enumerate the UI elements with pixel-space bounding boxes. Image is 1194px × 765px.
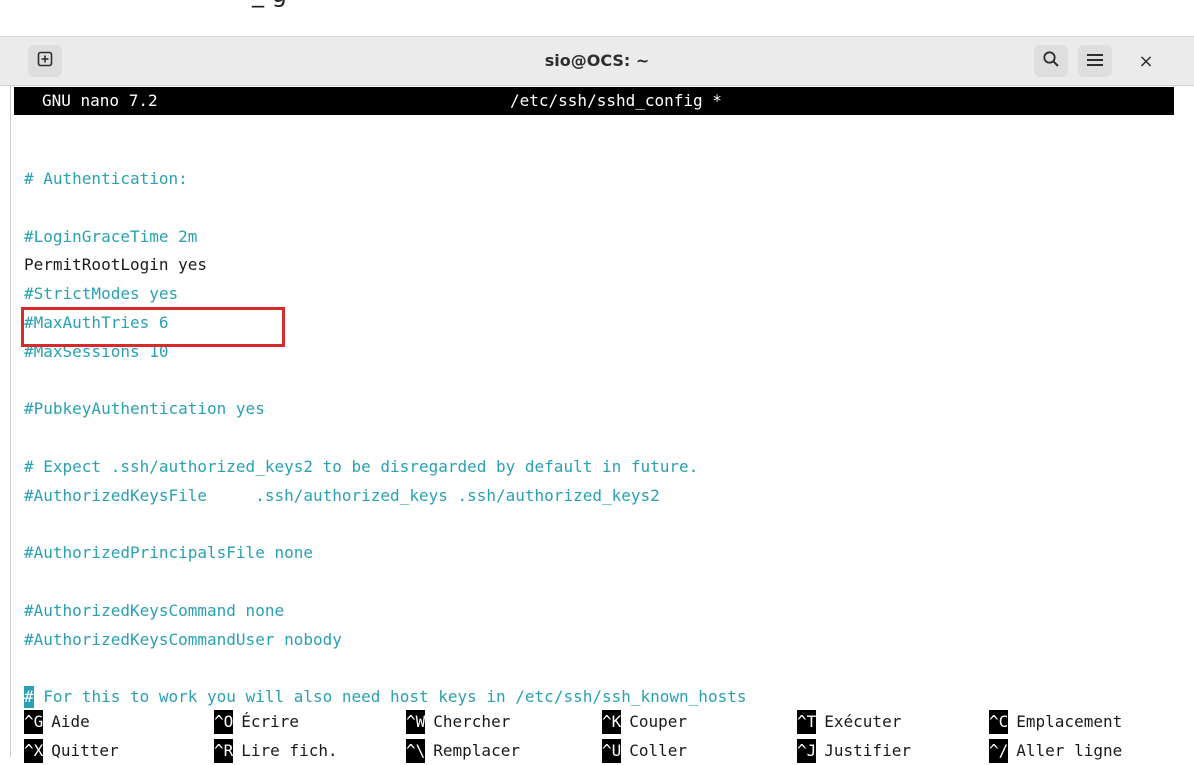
editor-line: #PubkeyAuthentication yes: [24, 395, 265, 423]
editor-line-text: # Expect .ssh/authorized_keys2 to be dis…: [24, 457, 699, 476]
nano-version: GNU nano 7.2: [42, 91, 158, 110]
title-bar: sio@OCS: ~ ×: [0, 37, 1194, 86]
shortcut-label: Remplacer: [433, 741, 520, 760]
editor-line: #AuthorizedPrincipalsFile none: [24, 539, 313, 567]
shortcut-key: ^/: [989, 739, 1009, 763]
shortcut-key: ^\: [406, 739, 426, 763]
editor-line: # Authentication:: [24, 165, 188, 193]
shortcut-label: Quitter: [51, 741, 119, 760]
shortcut-item: ^J Justifier: [797, 737, 911, 765]
editor-line: #AuthorizedKeysCommand none: [24, 597, 284, 625]
highlight-annotation-box: [21, 307, 285, 347]
shortcut-label: Exécuter: [824, 712, 902, 731]
editor-line-text: #StrictModes yes: [24, 284, 179, 304]
shortcut-key: ^R: [214, 739, 234, 763]
shortcut-key: ^J: [797, 739, 817, 763]
shortcut-label: Lire fich.: [241, 741, 338, 760]
terminal-window: sio@OCS: ~ × GNU nano 7.2 /etc/ssh/sshd_…: [0, 36, 1194, 763]
shortcut-key: ^K: [602, 710, 622, 734]
shortcut-key: ^C: [989, 710, 1009, 734]
editor-line: #AuthorizedKeysCommandUser nobody: [24, 626, 342, 654]
editor-line-text: #AuthorizedKeysFile .ssh/authorized_keys…: [24, 485, 660, 505]
nano-filename: /etc/ssh/sshd_config *: [510, 91, 722, 110]
editor-line-text: #AuthorizedPrincipalsFile none: [24, 543, 313, 563]
close-button[interactable]: ×: [1130, 45, 1162, 77]
window-title: sio@OCS: ~: [544, 51, 650, 70]
shortcut-item: ^K Couper: [602, 708, 687, 736]
shortcut-item: ^R Lire fich.: [214, 737, 338, 765]
shortcut-item: ^T Exécuter: [797, 708, 901, 736]
editor-line: PermitRootLogin yes: [24, 251, 207, 279]
editor-line: # Expect .ssh/authorized_keys2 to be dis…: [24, 453, 698, 481]
shortcut-label: Aide: [51, 712, 90, 731]
editor-line-text: PermitRootLogin yes: [24, 255, 208, 275]
editor-line-text: For this to work you will also need host…: [33, 687, 747, 707]
editor-line-text: #AuthorizedKeysCommandUser nobody: [24, 629, 342, 649]
text-cursor: #: [24, 686, 34, 709]
editor-line: #LoginGraceTime 2m: [24, 223, 197, 251]
shortcut-label: Chercher: [433, 712, 511, 731]
shortcut-item: ^C Emplacement: [989, 708, 1122, 736]
shortcut-key: ^U: [602, 739, 622, 763]
background-window-text: _ g: [252, 0, 287, 8]
shortcut-item: ^U Coller: [602, 737, 687, 765]
shortcut-key: ^X: [24, 739, 44, 763]
shortcut-label: Coller: [629, 741, 688, 760]
hamburger-menu-icon: [1087, 52, 1103, 71]
shortcut-key: ^O: [214, 710, 234, 734]
editor-line-text: #AuthorizedKeysCommand none: [24, 601, 285, 620]
nano-header-bar: GNU nano 7.2 /etc/ssh/sshd_config *: [14, 87, 1174, 115]
editor-line: #StrictModes yes: [24, 280, 178, 308]
shortcut-key: ^G: [24, 710, 44, 734]
shortcut-label: Justifier: [824, 741, 911, 760]
shortcut-key: ^W: [406, 710, 426, 734]
shortcut-item: ^X Quitter: [24, 737, 119, 765]
plus-square-icon: [37, 51, 53, 71]
search-icon: [1042, 50, 1060, 72]
search-button[interactable]: [1034, 45, 1068, 77]
shortcut-label: Emplacement: [1016, 712, 1123, 731]
shortcut-item: ^/ Aller ligne: [989, 737, 1122, 765]
terminal-area[interactable]: GNU nano 7.2 /etc/ssh/sshd_config * # Au…: [14, 86, 1174, 763]
shortcut-item: ^O Écrire: [214, 708, 299, 736]
shortcut-label: Couper: [629, 712, 688, 731]
new-tab-button[interactable]: [28, 45, 62, 77]
shortcut-item: ^\ Remplacer: [406, 737, 520, 765]
close-icon: ×: [1138, 50, 1154, 72]
menu-button[interactable]: [1078, 45, 1112, 77]
shortcut-key: ^T: [797, 710, 817, 734]
editor-line-text: #LoginGraceTime 2m: [24, 226, 198, 246]
window-left-border: [10, 85, 11, 757]
shortcut-label: Écrire: [241, 712, 300, 731]
shortcut-item: ^W Chercher: [406, 708, 510, 736]
editor-line-text: #PubkeyAuthentication yes: [24, 399, 265, 419]
shortcut-label: Aller ligne: [1016, 741, 1123, 760]
editor-line-text: # Authentication:: [24, 169, 188, 188]
editor-line: #AuthorizedKeysFile .ssh/authorized_keys…: [24, 482, 660, 510]
shortcut-item: ^G Aide: [24, 708, 90, 736]
